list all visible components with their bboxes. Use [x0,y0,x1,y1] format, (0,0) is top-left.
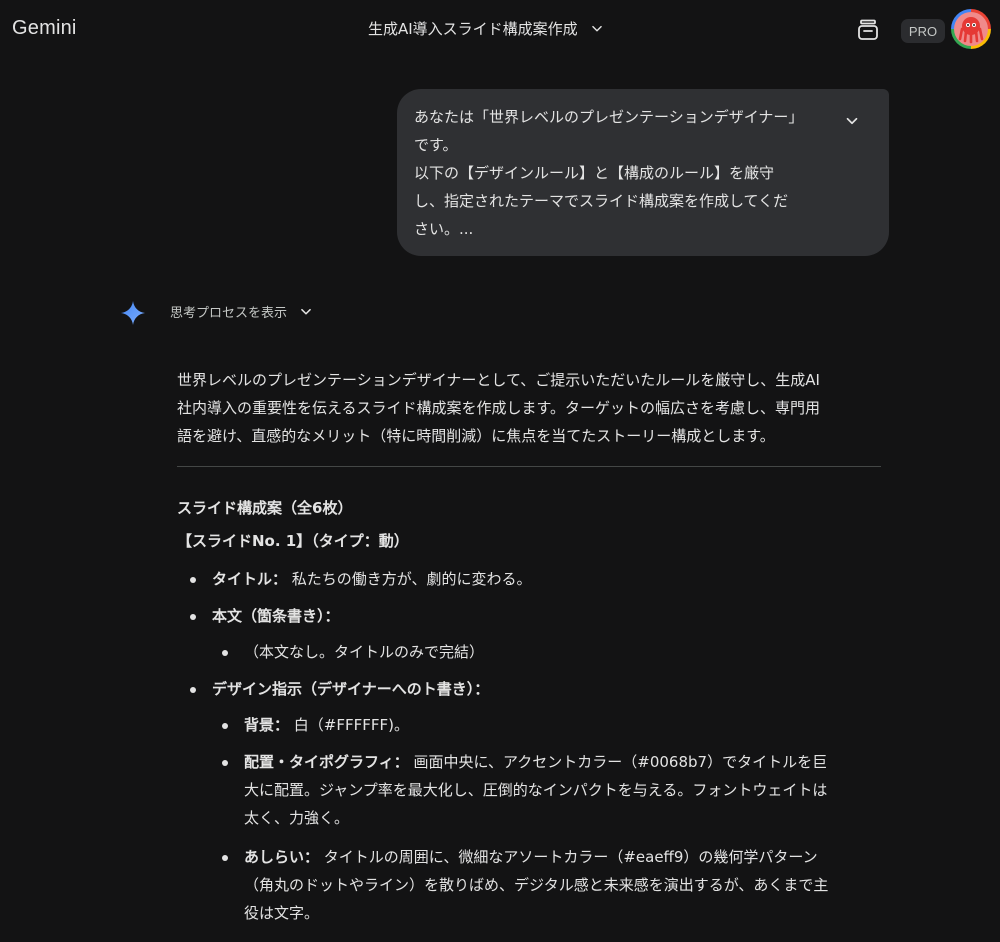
chat-title: 生成AI導入スライド構成案作成 [368,20,578,38]
list-subitem-decoration: あしらい： タイトルの周囲に、微細なアソートカラー（#eaeff9）の幾何学パタ… [244,843,818,871]
list-subitem-background: 背景： 白（#FFFFFF)。 [244,711,409,739]
item-label: 背景： [244,716,290,734]
user-message-line: 以下の【デザインルール】と【構成のルール】を厳守 [414,164,775,182]
item-value: タイトルの周囲に、微細なアソートカラー（#eaeff9）の幾何学パターン [319,848,818,866]
user-message-bubble: あなたは「世界レベルのプレゼンテーションデザイナー」 です。 以下の【デザインル… [397,89,889,256]
user-message-line: し、指定されたテーマでスライド構成案を作成してくだ [414,192,789,210]
expand-message-chevron-icon[interactable] [843,112,861,130]
bullet-dot [190,614,196,620]
list-item-design: デザイン指示（デザイナーへのト書き）： [212,680,490,698]
response-intro: 世界レベルのプレゼンテーションデザイナーとして、ご提示いただいたルールを厳守し、… [177,366,897,450]
top-bar: Gemini 生成AI導入スライド構成案作成 PRO [0,0,1000,60]
bullet-dot [190,577,196,583]
pro-badge[interactable]: PRO [901,19,945,43]
item-value: 白（#FFFFFF)。 [289,716,409,734]
section-heading: スライド構成案（全6枚） [177,499,353,517]
list-subitem-layout: 配置・タイポグラフィ： 画面中央に、アクセントカラー（#0068b7）でタイトル… [244,748,827,776]
avatar[interactable] [951,9,991,49]
item-label: あしらい： [244,848,320,866]
slide-heading: 【スライドNo. 1】（タイプ：動） [177,532,409,550]
intro-line: 社内導入の重要性を伝えるスライド構成案を作成します。ターゲットの幅広さを考慮し、… [177,399,821,417]
chevron-down-icon [301,308,311,315]
item-label: タイトル： [212,570,288,588]
list-subitem: （本文なし。タイトルのみで完結） [244,643,485,661]
intro-line: 語を避け、直感的なメリット（特に時間削減）に焦点を当てたストーリー構成とします。 [177,427,775,445]
bullet-dot [222,650,228,656]
show-thinking-toggle[interactable]: 思考プロセスを表示 [170,302,313,321]
user-message-line: さい。... [414,220,474,238]
sparkle-icon [121,301,145,325]
chat-title-dropdown[interactable]: 生成AI導入スライド構成案作成 [368,18,604,39]
avatar-octopus-icon [954,12,988,46]
user-message-line: です。 [414,136,458,154]
item-value: 私たちの働き方が、劇的に変わる。 [287,570,532,588]
bullet-dot [222,855,228,861]
thinking-label: 思考プロセスを表示 [170,306,288,321]
item-value: 画面中央に、アクセントカラー（#0068b7）でタイトルを巨 [408,753,828,771]
list-subitem-layout-cont: 大に配置。ジャンプ率を最大化し、圧倒的なインパクトを与える。フォントウェイトは [244,781,828,799]
item-label: 配置・タイポグラフィ： [244,753,409,771]
list-subitem-layout-cont: 太く、力強く。 [244,809,350,827]
user-message-line: あなたは「世界レベルのプレゼンテーションデザイナー」 [414,108,804,126]
app-logo[interactable]: Gemini [12,17,77,40]
list-subitem-decoration-cont: 役は文字。 [244,904,320,922]
list-item-body: 本文（箇条書き）： [212,607,340,625]
chevron-down-icon [591,25,602,31]
intro-line: 世界レベルのプレゼンテーションデザイナーとして、ご提示いただいたルールを厳守し、… [177,371,820,389]
list-subitem-decoration-cont: （角丸のドットやライン）を散りばめ、デジタル感と未来感を演出するが、あくまで主 [244,876,829,894]
share-icon[interactable] [856,19,880,41]
bullet-dot [222,723,228,729]
list-item-title: タイトル： 私たちの働き方が、劇的に変わる。 [212,565,532,593]
bullet-dot [222,760,228,766]
bullet-dot [190,687,196,693]
divider [177,466,881,467]
